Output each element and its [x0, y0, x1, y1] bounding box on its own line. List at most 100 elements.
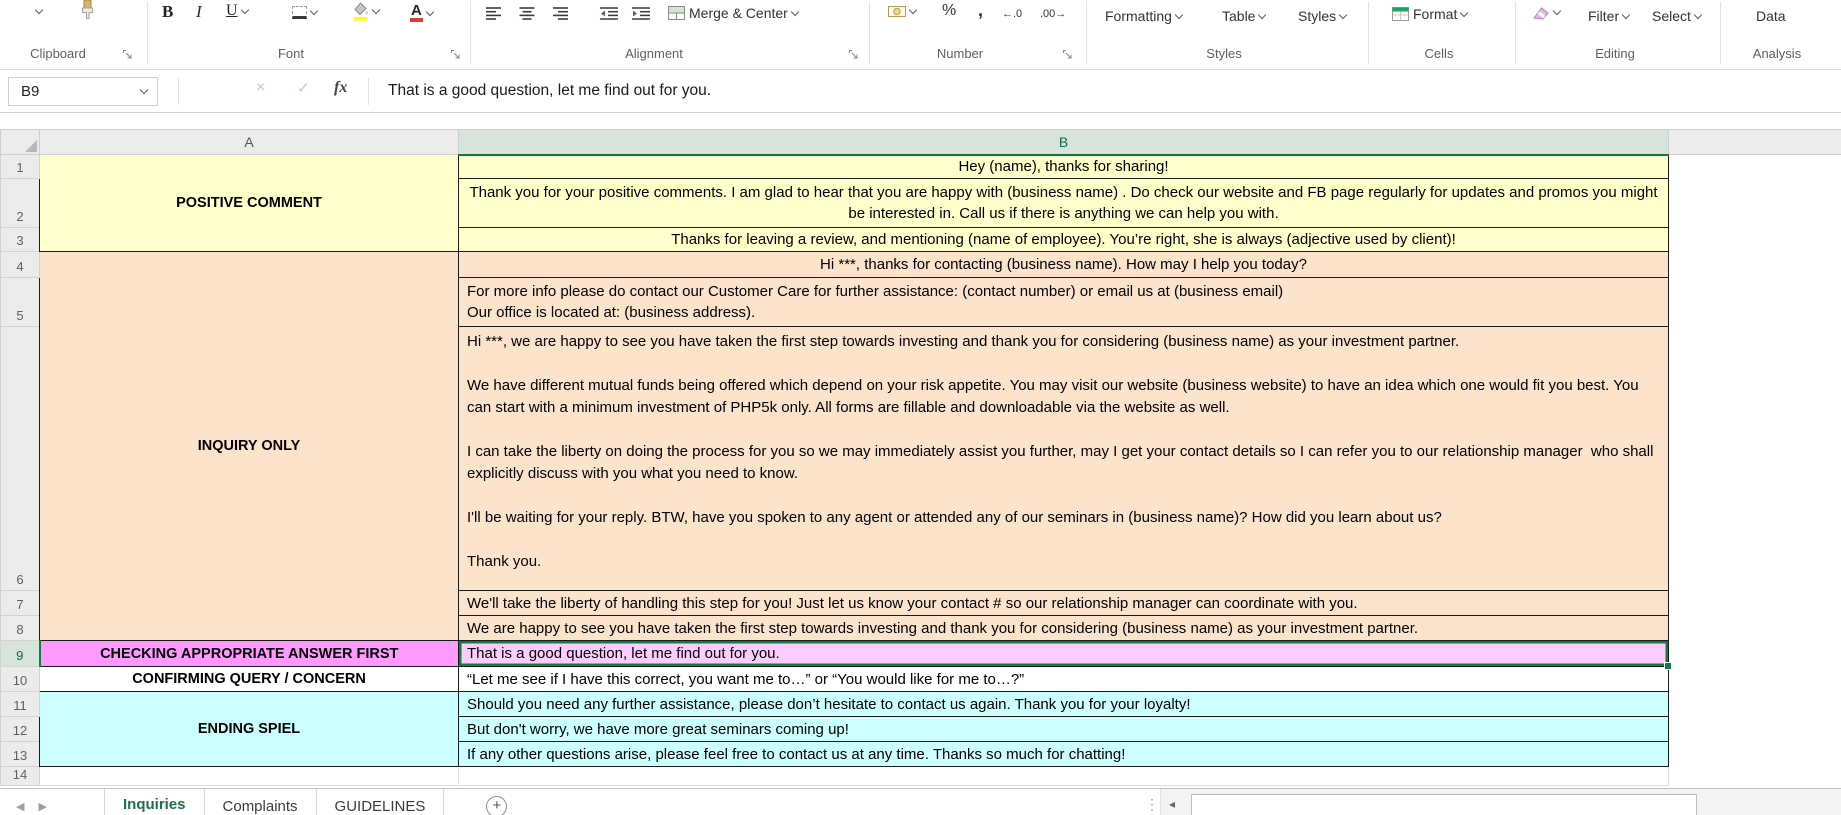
chevron-down-icon — [34, 5, 44, 15]
font-color-button[interactable]: A — [410, 3, 435, 22]
cell-A14[interactable] — [39, 766, 459, 786]
clipboard-dialog-launcher[interactable] — [122, 47, 134, 59]
conditional-formatting-button[interactable]: Formatting — [1105, 8, 1184, 24]
fill-color-button[interactable] — [352, 2, 381, 21]
horizontal-scrollbar[interactable]: ◂ — [1160, 789, 1841, 815]
row-header-10[interactable]: 10 — [0, 666, 40, 692]
comma-style-button[interactable]: , — [978, 0, 983, 21]
cell-B9-selected[interactable]: That is a good question, let me find out… — [458, 640, 1672, 670]
format-cells-button[interactable]: Format — [1392, 6, 1469, 22]
paste-dropdown-button[interactable] — [34, 5, 44, 15]
row-header-2[interactable]: 2 — [0, 178, 40, 228]
row-header-12[interactable]: 12 — [0, 716, 40, 742]
next-sheet-icon[interactable]: ▶ — [38, 800, 46, 813]
cell-B11[interactable]: Should you need any further assistance, … — [458, 691, 1669, 717]
chevron-down-icon — [371, 5, 381, 15]
row-header-6[interactable]: 6 — [0, 326, 40, 591]
group-label-styles: Styles — [1206, 46, 1242, 61]
cell-B10[interactable]: “Let me see if I have this correct, you … — [458, 666, 1669, 692]
new-sheet-button[interactable]: + — [486, 795, 508, 815]
sheet-tab-inquiries[interactable]: Inquiries — [104, 789, 205, 815]
number-dialog-launcher[interactable] — [1062, 47, 1074, 59]
italic-button[interactable]: I — [196, 2, 202, 22]
row-header-8[interactable]: 8 — [0, 615, 40, 641]
insert-function-button[interactable]: fx — [334, 79, 347, 97]
find-select-button[interactable]: Select — [1652, 8, 1703, 24]
cell-B8[interactable]: We are happy to see you have taken the f… — [458, 615, 1669, 641]
clear-button[interactable] — [1532, 4, 1562, 20]
cell-styles-button[interactable]: Styles — [1298, 8, 1348, 24]
selection-fill-handle[interactable] — [1664, 662, 1672, 670]
chevron-down-icon — [1621, 10, 1631, 19]
merge-center-button[interactable]: Merge & Center — [668, 5, 800, 21]
cell-B5[interactable]: For more info please do contact our Cust… — [458, 277, 1669, 327]
group-label-number: Number — [936, 46, 984, 61]
format-cells-icon — [1392, 7, 1409, 21]
scroll-left-icon[interactable]: ◂ — [1169, 797, 1175, 811]
row-header-11[interactable]: 11 — [0, 691, 40, 717]
align-left-button[interactable] — [486, 6, 504, 20]
column-header-A[interactable]: A — [39, 129, 459, 155]
decrease-indent-button[interactable] — [600, 6, 618, 20]
data-analysis-button[interactable]: Data — [1756, 8, 1786, 24]
select-all-corner[interactable] — [0, 129, 40, 155]
group-label-clipboard: Clipboard — [30, 46, 86, 61]
chevron-down-icon — [240, 5, 249, 14]
borders-button[interactable] — [292, 6, 319, 19]
cell-A1-positive-comment[interactable]: POSITIVE COMMENT — [39, 154, 459, 252]
cell-B7[interactable]: We'll take the liberty of handling this … — [458, 590, 1669, 616]
name-box[interactable]: B9 — [8, 77, 158, 106]
alignment-dialog-launcher[interactable] — [848, 47, 860, 59]
cell-B13[interactable]: If any other questions arise, please fee… — [458, 741, 1669, 767]
formula-input[interactable]: That is a good question, let me find out… — [388, 70, 1841, 112]
cell-B12[interactable]: But don't worry, we have more great semi… — [458, 716, 1669, 742]
cell-B6[interactable]: Hi ***, we are happy to see you have tak… — [458, 326, 1669, 591]
chevron-down-icon — [1174, 10, 1184, 19]
cell-A4-inquiry-only[interactable]: INQUIRY ONLY — [39, 251, 459, 641]
cell-B14[interactable] — [458, 766, 1669, 786]
chevron-down-icon — [790, 7, 800, 16]
cell-B1[interactable]: Hey (name), thanks for sharing! — [458, 154, 1669, 179]
column-header-B[interactable]: B — [458, 129, 1669, 156]
row-header-3[interactable]: 3 — [0, 227, 40, 252]
horizontal-scrollbar-thumb[interactable] — [1191, 794, 1697, 815]
accounting-format-button[interactable] — [888, 5, 918, 18]
sort-filter-button[interactable]: Filter — [1588, 8, 1631, 24]
format-as-table-button[interactable]: Table — [1222, 8, 1267, 24]
sheet-tab-complaints[interactable]: Complaints — [204, 789, 317, 815]
cancel-button[interactable]: × — [256, 79, 265, 97]
enter-button[interactable]: ✓ — [297, 79, 310, 97]
cell-B2[interactable]: Thank you for your positive comments. I … — [458, 178, 1669, 228]
accounting-format-icon — [888, 6, 906, 17]
format-painter-icon — [82, 0, 93, 19]
align-center-button[interactable] — [518, 6, 536, 20]
font-dialog-launcher[interactable] — [450, 47, 462, 59]
align-right-button[interactable] — [550, 6, 568, 20]
increase-indent-button[interactable] — [632, 6, 650, 20]
increase-decimal-button[interactable]: ←.0 — [1002, 8, 1022, 20]
percent-style-button[interactable]: % — [942, 2, 956, 20]
borders-icon — [292, 6, 307, 19]
row-header-14[interactable]: 14 — [0, 766, 40, 786]
sheet-tab-guidelines[interactable]: GUIDELINES — [316, 789, 445, 815]
cell-B3[interactable]: Thanks for leaving a review, and mention… — [458, 227, 1669, 252]
row-header-4[interactable]: 4 — [0, 251, 40, 278]
cell-A11-ending-spiel[interactable]: ENDING SPIEL — [39, 691, 459, 767]
row-header-1[interactable]: 1 — [0, 154, 40, 179]
group-label-cells: Cells — [1424, 46, 1454, 61]
cell-A9-checking-answer[interactable]: CHECKING APPROPRIATE ANSWER FIRST — [39, 640, 459, 667]
cell-A10-confirming-query[interactable]: CONFIRMING QUERY / CONCERN — [39, 666, 459, 692]
format-painter-button[interactable] — [80, 0, 95, 22]
cell-B4[interactable]: Hi ***, thanks for contacting (business … — [458, 251, 1669, 278]
chevron-down-icon — [1338, 10, 1348, 19]
row-header-13[interactable]: 13 — [0, 741, 40, 767]
row-header-7[interactable]: 7 — [0, 590, 40, 616]
row-header-9[interactable]: 9 — [0, 640, 41, 667]
bold-button[interactable]: B — [162, 2, 173, 22]
row-header-5[interactable]: 5 — [0, 277, 40, 327]
underline-button[interactable]: U — [226, 2, 249, 20]
prev-sheet-icon[interactable]: ◀ — [16, 800, 24, 813]
dialog-launcher-icon — [849, 50, 858, 59]
sheet-tab-bar: ◀ ▶ Inquiries Complaints GUIDELINES + ⋮⋮… — [0, 788, 1841, 815]
decrease-decimal-button[interactable]: .00→ — [1040, 8, 1066, 20]
